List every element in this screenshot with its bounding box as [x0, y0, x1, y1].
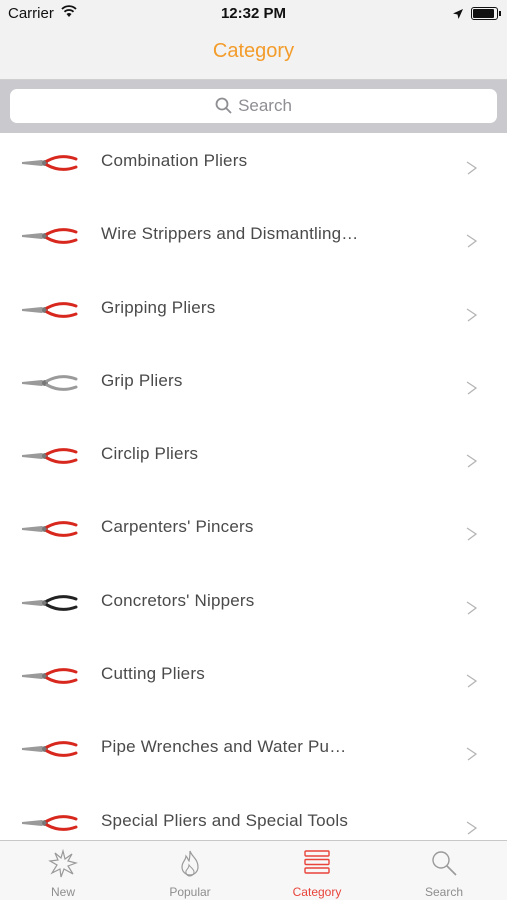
navigation-bar: Category — [0, 28, 507, 80]
pliers-thumbnail-icon — [20, 509, 80, 549]
category-list: Combination Pliers Wire Strippers and Dis… — [0, 133, 507, 840]
search-icon — [215, 97, 232, 114]
search-input[interactable]: Search — [10, 89, 497, 123]
chevron-right-icon — [464, 306, 480, 329]
category-label: Special Pliers and Special Tools — [101, 810, 349, 830]
pliers-thumbnail-icon — [20, 803, 80, 840]
chevron-right-icon — [464, 525, 480, 548]
clock: 12:32 PM — [220, 5, 287, 22]
chevron-right-icon — [464, 745, 480, 768]
list-item[interactable]: Gripping Pliers — [0, 280, 507, 353]
category-label: Circlip Pliers — [101, 444, 199, 464]
category-label: Grip Pliers — [101, 370, 183, 390]
list-item[interactable]: Concretors' Nippers — [0, 573, 507, 646]
pliers-thumbnail-icon — [20, 143, 80, 183]
tab-bar: New Popular Category Search — [0, 840, 507, 900]
list-item[interactable]: Wire Strippers and Dismantling… — [0, 206, 507, 279]
magnifier-icon — [430, 849, 458, 882]
tab-label: Category — [292, 885, 342, 899]
chevron-right-icon — [464, 159, 480, 182]
flame-icon — [177, 849, 203, 884]
pliers-thumbnail-icon — [20, 216, 80, 256]
location-arrow-icon — [452, 7, 464, 25]
list-item[interactable]: Special Pliers and Special Tools — [0, 793, 507, 840]
pliers-thumbnail-icon — [20, 729, 80, 769]
battery-icon — [471, 7, 501, 20]
pliers-thumbnail-icon — [20, 290, 80, 330]
chevron-right-icon — [464, 379, 480, 402]
tab-popular[interactable]: Popular — [127, 841, 253, 900]
category-label: Cutting Pliers — [101, 664, 205, 684]
search-bar: Search — [0, 80, 507, 133]
category-label: Carpenters' Pincers — [101, 517, 254, 537]
list-item[interactable]: Combination Pliers — [0, 133, 507, 206]
list-item[interactable]: Grip Pliers — [0, 353, 507, 426]
category-label: Combination Pliers — [101, 151, 248, 170]
tab-label: New — [50, 885, 75, 899]
chevron-right-icon — [464, 672, 480, 695]
starburst-icon — [48, 848, 79, 884]
list-item[interactable]: Carpenters' Pincers — [0, 499, 507, 572]
pliers-thumbnail-icon — [20, 436, 80, 476]
category-label: Pipe Wrenches and Water Pu… — [101, 737, 347, 757]
tab-new[interactable]: New — [0, 841, 126, 900]
tab-label: Search — [424, 885, 464, 899]
list-icon — [303, 849, 331, 880]
chevron-right-icon — [464, 232, 480, 255]
tab-category[interactable]: Category — [254, 841, 380, 900]
tab-search[interactable]: Search — [381, 841, 507, 900]
list-item[interactable]: Cutting Pliers — [0, 646, 507, 719]
chevron-right-icon — [464, 599, 480, 622]
chevron-right-icon — [464, 452, 480, 475]
pliers-thumbnail-icon — [20, 583, 80, 623]
category-label: Wire Strippers and Dismantling… — [101, 224, 359, 244]
tab-label: Popular — [169, 885, 211, 899]
pliers-thumbnail-icon — [20, 363, 80, 403]
category-label: Gripping Pliers — [101, 297, 216, 317]
chevron-right-icon — [464, 819, 480, 840]
status-bar: Carrier 12:32 PM — [0, 0, 507, 28]
category-label: Concretors' Nippers — [101, 590, 255, 610]
list-item[interactable]: Circlip Pliers — [0, 426, 507, 499]
pliers-thumbnail-icon — [20, 656, 80, 696]
page-title: Category — [212, 40, 295, 62]
list-item[interactable]: Pipe Wrenches and Water Pu… — [0, 719, 507, 792]
search-placeholder: Search — [238, 96, 292, 115]
